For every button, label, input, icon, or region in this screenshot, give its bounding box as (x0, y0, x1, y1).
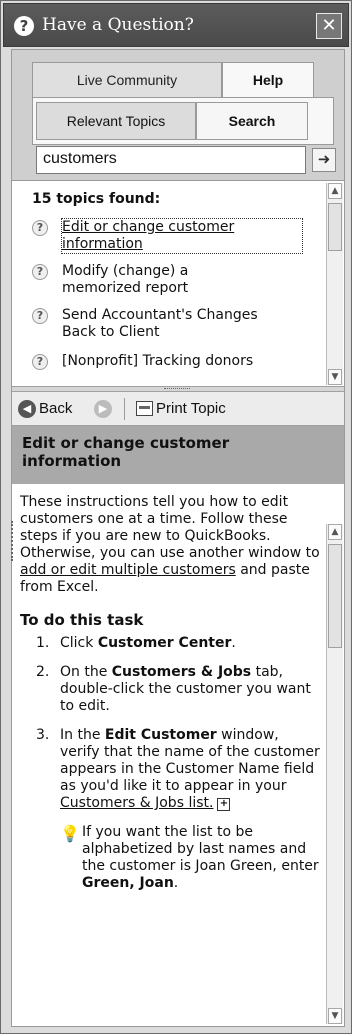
close-icon: ✕ (321, 15, 337, 36)
tip-note: 💡 If you want the list to be alphabetize… (60, 824, 319, 891)
printer-icon[interactable] (136, 401, 153, 416)
question-icon: ? (32, 264, 48, 280)
title-bar[interactable]: ? Have a Question? ✕ (3, 3, 349, 47)
topic-link[interactable]: Modify (change) a memorized report (62, 263, 302, 297)
scroll-up-icon[interactable]: ▲ (328, 524, 342, 540)
subtab-search[interactable]: Search (196, 102, 308, 140)
article-content: These instructions tell you how to edit … (12, 484, 344, 1026)
search-go-button[interactable]: ➜ (312, 148, 336, 172)
grip-icon (164, 388, 190, 391)
search-input[interactable]: customers (36, 146, 306, 174)
tab-live-community[interactable]: Live Community (32, 62, 222, 98)
step-item: 3. In the Edit Customer window, verify t… (36, 727, 320, 811)
topic-link[interactable]: Edit or change customer information (61, 218, 303, 254)
article-body: These instructions tell you how to edit … (20, 494, 320, 892)
help-panel-window: ? Have a Question? ✕ Live Community Help… (0, 0, 352, 1034)
scroll-down-icon[interactable]: ▼ (328, 369, 342, 385)
add-edit-multiple-link[interactable]: add or edit multiple customers (20, 562, 236, 578)
intro-paragraph: These instructions tell you how to edit … (20, 494, 320, 595)
steps-list: 1. Click Customer Center. 2. On the Cust… (20, 635, 320, 812)
article-title: Edit or change customer information (12, 426, 344, 484)
arrow-right-icon: ➜ (317, 150, 331, 168)
toolbar-separator (124, 398, 125, 420)
topic-link[interactable]: [Nonprofit] Tracking donors (62, 353, 302, 370)
print-topic-button[interactable]: Print Topic (156, 400, 226, 417)
tab-help[interactable]: Help (222, 62, 314, 98)
customers-jobs-list-link[interactable]: Customers & Jobs list. (60, 795, 213, 811)
forward-arrow-icon[interactable]: ▶ (94, 400, 112, 418)
back-button[interactable]: Back (39, 400, 72, 417)
scroll-thumb[interactable] (328, 203, 342, 251)
question-icon: ? (32, 308, 48, 324)
window-title: Have a Question? (42, 15, 194, 35)
topics-scrollbar[interactable]: ▲ ▼ (326, 183, 343, 385)
toolbar: ◀ Back ▶ Print Topic (12, 392, 344, 426)
help-content-frame: Live Community Help Relevant Topics Sear… (11, 49, 345, 1027)
step-item: 2. On the Customers & Jobs tab, double-c… (36, 664, 311, 714)
help-question-icon: ? (14, 16, 34, 36)
subtab-relevant-topics[interactable]: Relevant Topics (36, 102, 196, 140)
scroll-up-icon[interactable]: ▲ (328, 183, 342, 199)
task-heading: To do this task (20, 611, 144, 629)
close-button[interactable]: ✕ (316, 13, 342, 39)
back-arrow-icon[interactable]: ◀ (18, 400, 36, 418)
step-item: 1. Click Customer Center. (36, 635, 236, 651)
article-scrollbar[interactable]: ▲ ▼ (326, 524, 343, 1024)
resize-grip-icon[interactable] (11, 521, 15, 561)
question-icon: ? (32, 220, 48, 236)
lightbulb-icon: 💡 (60, 824, 80, 843)
scroll-down-icon[interactable]: ▼ (328, 1008, 342, 1024)
question-icon: ? (32, 354, 48, 370)
scroll-thumb[interactable] (328, 544, 342, 648)
topics-list: 15 topics found: ? Edit or change custom… (12, 180, 344, 387)
topics-count: 15 topics found: (32, 191, 161, 207)
expand-plus-icon[interactable]: + (217, 798, 231, 811)
topic-link[interactable]: Send Accountant's Changes Back to Client (62, 307, 302, 341)
